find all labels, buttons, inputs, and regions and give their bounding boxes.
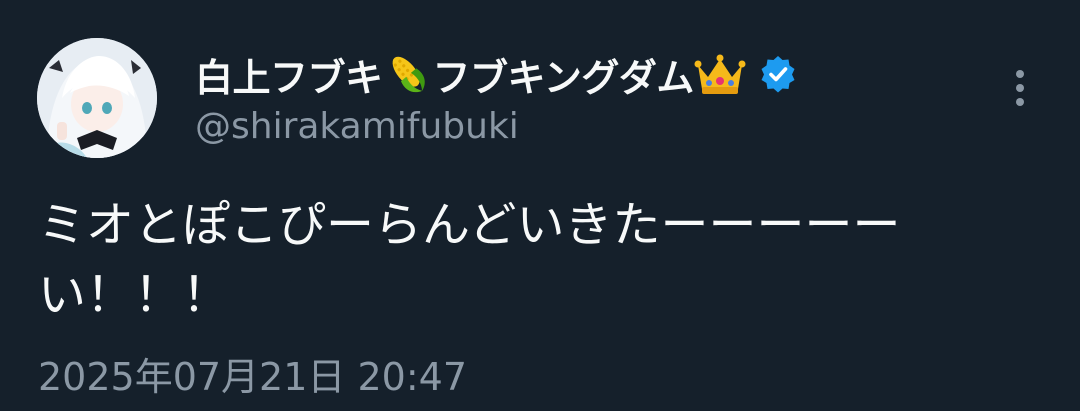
tweet-text-line-1: ミオとぽこぴーらんどいきたーーーーー bbox=[38, 197, 901, 253]
user-handle[interactable]: @shirakamifubuki bbox=[195, 106, 798, 147]
tweet-text-line-2: い！！！ bbox=[38, 267, 231, 323]
display-name-part-1[interactable]: 白上フブキ bbox=[195, 47, 383, 102]
crown-icon bbox=[694, 54, 746, 94]
tweet-timestamp[interactable]: 2025年07月21日 20:47 bbox=[38, 346, 467, 401]
display-name-row[interactable]: 白上フブキ フブキングダム bbox=[195, 44, 798, 104]
verified-badge-icon[interactable] bbox=[758, 54, 798, 94]
tweet-text: ミオとぽこぴーらんどいきたーーーーー い！！！ bbox=[38, 190, 1048, 330]
tweet-card: 白上フブキ フブキングダム @shirakamifubuki ミオとぽこぴーらん… bbox=[0, 0, 1080, 411]
display-name-part-2[interactable]: フブキングダム bbox=[433, 47, 695, 102]
corn-icon bbox=[392, 56, 425, 93]
tweet-header: 白上フブキ フブキングダム @shirakamifubuki bbox=[195, 44, 798, 154]
more-options-icon[interactable] bbox=[1006, 66, 1034, 110]
avatar[interactable] bbox=[37, 38, 157, 158]
